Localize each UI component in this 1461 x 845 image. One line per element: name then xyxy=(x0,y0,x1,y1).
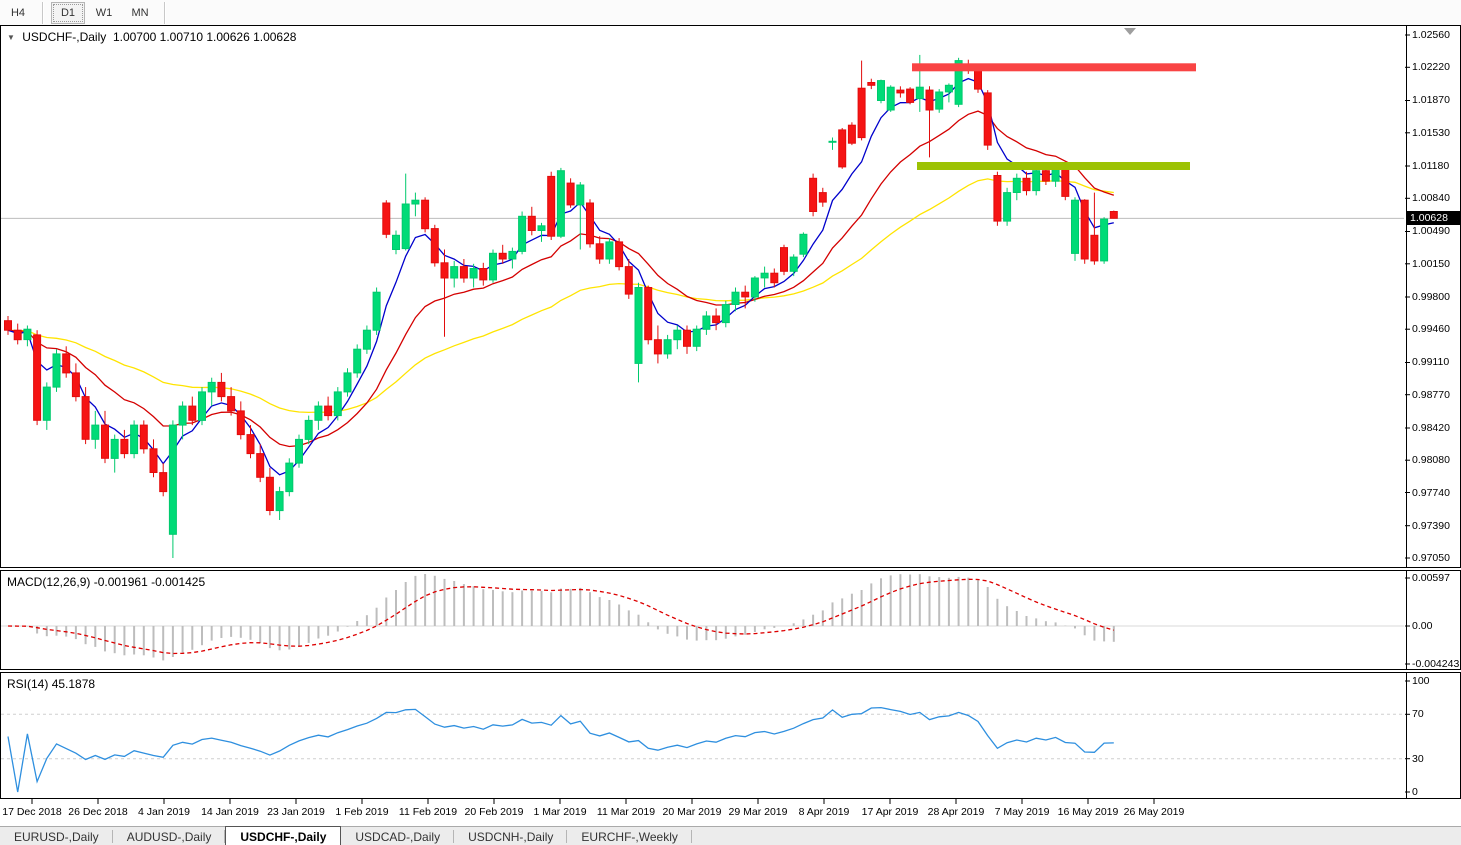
price-axis-label: 0.99800 xyxy=(1412,291,1450,303)
current-price-tag: 1.00628 xyxy=(1406,211,1461,225)
date-axis-label: 1 Mar 2019 xyxy=(533,806,587,818)
price-axis-label: 0.99110 xyxy=(1412,356,1450,368)
date-axis-label: 20 Feb 2019 xyxy=(464,806,524,818)
timeframe-button-h4[interactable]: H4 xyxy=(1,2,35,24)
rsi-label: RSI(14) 45.1878 xyxy=(7,677,96,691)
price-chart-panel[interactable] xyxy=(0,25,1461,568)
timeframe-toolbar: H4 D1 W1 MN xyxy=(0,0,1461,26)
tab-eurusd-daily[interactable]: EURUSD-,Daily xyxy=(0,827,113,845)
price-axis-divider xyxy=(1406,26,1407,567)
rsi-axis-divider xyxy=(1406,673,1407,798)
date-axis-label: 28 Apr 2019 xyxy=(927,806,985,818)
date-axis-label: 17 Dec 2018 xyxy=(2,806,62,818)
date-axis-label: 23 Jan 2019 xyxy=(267,806,325,818)
tab-usdcnh-daily[interactable]: USDCNH-,Daily xyxy=(454,827,568,845)
macd-axis-label: 0.00 xyxy=(1412,620,1433,632)
date-axis-label: 17 Apr 2019 xyxy=(861,806,919,818)
toolbar-separator xyxy=(164,1,166,24)
timeframe-button-w1[interactable]: W1 xyxy=(87,2,121,24)
chevron-down-icon: ▼ xyxy=(7,33,15,42)
rsi-panel[interactable] xyxy=(0,672,1461,799)
price-axis-label: 1.01870 xyxy=(1412,94,1450,106)
date-axis-label: 1 Feb 2019 xyxy=(335,806,389,818)
date-axis-label: 4 Jan 2019 xyxy=(138,806,190,818)
price-axis-label: 0.97050 xyxy=(1412,552,1450,564)
price-axis-label: 1.00150 xyxy=(1412,258,1450,270)
macd-panel[interactable] xyxy=(0,570,1461,670)
chart-ohlc-values: 1.00700 1.00710 1.00626 1.00628 xyxy=(112,30,297,44)
price-axis-label: 0.98770 xyxy=(1412,389,1450,401)
rsi-axis-label: 30 xyxy=(1412,753,1424,765)
price-axis-label: 0.98080 xyxy=(1412,454,1450,466)
chart-tab-bar: EURUSD-,Daily AUDUSD-,Daily USDCHF-,Dail… xyxy=(0,826,1461,845)
price-axis-label: 0.97390 xyxy=(1412,520,1450,532)
date-axis-label: 26 May 2019 xyxy=(1123,806,1185,818)
price-axis-label: 1.02220 xyxy=(1412,61,1450,73)
tab-usdchf-daily[interactable]: USDCHF-,Daily xyxy=(225,826,342,845)
price-axis-label: 1.01530 xyxy=(1412,127,1450,139)
rsi-axis-label: 100 xyxy=(1412,675,1430,687)
tab-usdcad-daily[interactable]: USDCAD-,Daily xyxy=(341,827,454,845)
price-axis-label: 1.02560 xyxy=(1412,29,1450,41)
tab-eurchf-weekly[interactable]: EURCHF-,Weekly xyxy=(567,827,693,845)
price-axis-label: 1.01180 xyxy=(1412,160,1450,172)
date-axis-label: 14 Jan 2019 xyxy=(201,806,259,818)
date-axis-label: 11 Feb 2019 xyxy=(398,806,458,818)
rsi-axis-label: 70 xyxy=(1412,708,1424,720)
chart-symbol-label: USDCHF-,Daily xyxy=(22,30,107,44)
date-axis-label: 8 Apr 2019 xyxy=(798,806,850,818)
date-axis-label: 20 Mar 2019 xyxy=(662,806,722,818)
date-axis-label: 29 Mar 2019 xyxy=(728,806,788,818)
tab-audusd-daily[interactable]: AUDUSD-,Daily xyxy=(113,827,226,845)
price-axis-label: 1.00490 xyxy=(1412,225,1450,237)
terminal-window: H4 D1 W1 MN ▼ USDCHF-,Daily 1.00700 1.00… xyxy=(0,0,1461,845)
price-axis-label: 0.97740 xyxy=(1412,487,1450,499)
date-axis-label: 11 Mar 2019 xyxy=(596,806,656,818)
chart-title: ▼ USDCHF-,Daily 1.00700 1.00710 1.00626 … xyxy=(7,30,296,44)
toolbar-separator xyxy=(42,1,44,24)
macd-label: MACD(12,26,9) -0.001961 -0.001425 xyxy=(7,575,206,589)
price-axis-label: 0.98420 xyxy=(1412,422,1450,434)
macd-axis-label: 0.00597 xyxy=(1412,572,1450,584)
date-axis-label: 16 May 2019 xyxy=(1057,806,1119,818)
date-axis-label: 7 May 2019 xyxy=(994,806,1050,818)
macd-axis-divider xyxy=(1406,571,1407,669)
rsi-axis-label: 0 xyxy=(1412,786,1418,798)
price-axis-label: 1.00840 xyxy=(1412,192,1450,204)
timeframe-button-d1[interactable]: D1 xyxy=(51,1,85,24)
date-axis-label: 26 Dec 2018 xyxy=(68,806,128,818)
macd-axis-label: -0.004243 xyxy=(1412,658,1460,670)
price-axis-label: 0.99460 xyxy=(1412,323,1450,335)
timeframe-button-mn[interactable]: MN xyxy=(123,2,157,24)
